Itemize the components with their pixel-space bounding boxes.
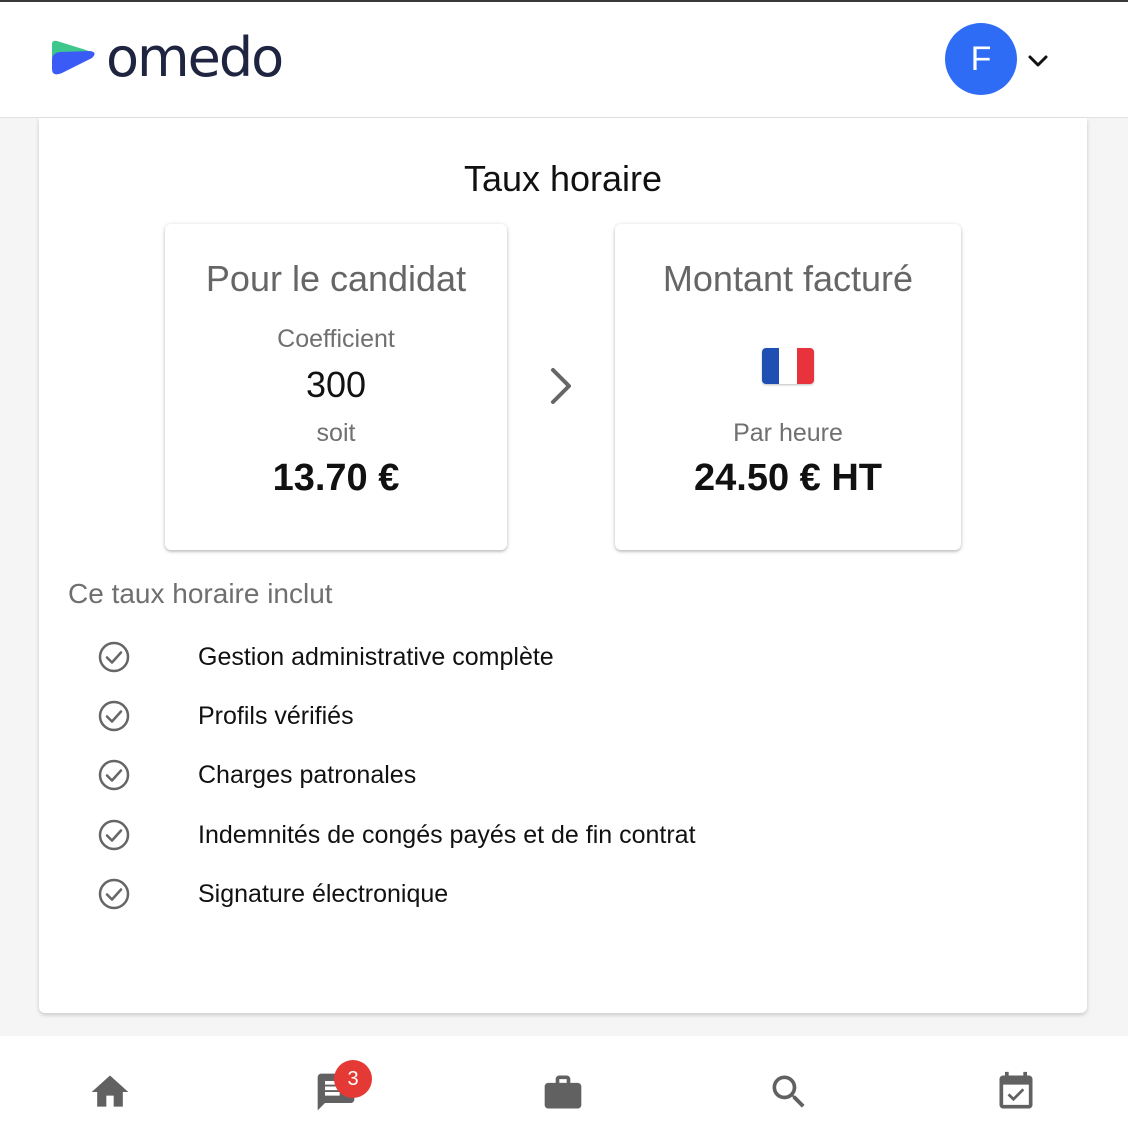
per-hour-label: Par heure <box>733 419 843 447</box>
rate-card: Taux horaire Pour le candidat Coefficien… <box>39 118 1087 1013</box>
feature-text: Signature électronique <box>198 879 449 908</box>
bottom-navigation: 3 <box>0 1036 1128 1134</box>
candidate-box-title: Pour le candidat <box>205 258 467 299</box>
check-circle-icon <box>98 819 130 851</box>
coefficient-value: 300 <box>305 364 367 405</box>
home-icon <box>91 1075 129 1107</box>
avatar-initial: F <box>970 39 992 78</box>
candidate-rate-box: Pour le candidat Coefficient 300 soit 13… <box>165 224 507 550</box>
nav-calendar[interactable] <box>994 1070 1038 1114</box>
nav-search[interactable] <box>767 1070 811 1114</box>
billed-price: 24.50 € HT <box>694 457 882 499</box>
france-flag-icon <box>762 348 814 384</box>
feature-item: Gestion administrative complète <box>97 637 554 677</box>
billed-rate-box: Montant facturé Par heure 24.50 € HT <box>615 224 961 550</box>
feature-text: Charges patronales <box>198 760 417 789</box>
feature-text: Gestion administrative complète <box>198 642 554 671</box>
brand-logo[interactable]: omedo <box>50 26 284 89</box>
search-icon <box>772 1075 805 1108</box>
feature-text: Indemnités de congés payés et de fin con… <box>198 820 696 849</box>
feature-item: Profils vérifiés <box>97 696 354 736</box>
brand-name: omedo <box>106 26 284 89</box>
includes-title: Ce taux horaire inclut <box>68 578 333 609</box>
nav-home[interactable] <box>88 1070 132 1114</box>
check-circle-icon <box>98 878 130 910</box>
user-avatar[interactable]: F <box>945 23 1017 95</box>
briefcase-icon <box>544 1075 582 1109</box>
nav-missions[interactable] <box>541 1070 585 1114</box>
messages-badge: 3 <box>334 1060 372 1098</box>
logo-mark-icon <box>52 40 95 75</box>
feature-item: Signature électronique <box>97 874 448 914</box>
feature-item: Charges patronales <box>97 755 416 795</box>
calendar-check-icon <box>999 1071 1033 1109</box>
section-title: Taux horaire <box>463 158 663 199</box>
feature-text: Profils vérifiés <box>198 701 354 730</box>
chevron-right-icon <box>551 368 571 404</box>
soit-label: soit <box>316 419 356 447</box>
feature-item: Indemnités de congés payés et de fin con… <box>97 815 696 855</box>
check-circle-icon <box>98 641 130 673</box>
chevron-down-icon[interactable] <box>1026 49 1050 73</box>
candidate-price: 13.70 € <box>272 457 400 499</box>
coefficient-label: Coefficient <box>277 325 395 353</box>
check-circle-icon <box>98 759 130 791</box>
check-circle-icon <box>98 700 130 732</box>
app-header: omedo F <box>0 2 1128 118</box>
billed-box-title: Montant facturé <box>662 258 914 299</box>
